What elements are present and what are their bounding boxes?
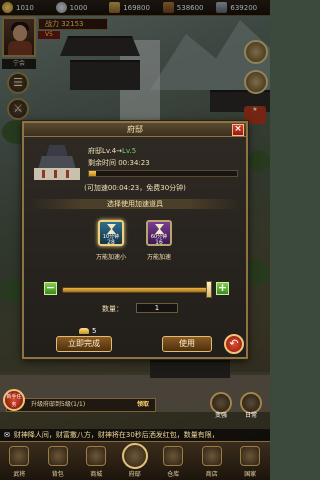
back-arrow-icon[interactable]: ↶ xyxy=(224,334,244,354)
pillar xyxy=(66,170,69,178)
nav-generals[interactable]: 武将 xyxy=(0,442,39,480)
finish-now-button[interactable]: 立即完成 xyxy=(56,336,112,352)
use-button[interactable]: 使用 xyxy=(162,336,212,352)
gold-cost: 5 xyxy=(79,327,96,335)
item-count: 28 xyxy=(107,239,115,246)
progress-fill xyxy=(89,171,97,176)
mansion-building-image xyxy=(32,142,82,182)
dialog-title: 府邸 xyxy=(24,123,246,137)
daily-label: 日常 xyxy=(244,412,257,419)
level-next: Lv.5 xyxy=(122,147,137,155)
quest-tracker[interactable]: 升级府邸到5级(1/1) 领取 xyxy=(6,398,156,412)
nav-warehouse[interactable]: 仓库 xyxy=(154,442,193,480)
country-flag-icon xyxy=(240,446,260,466)
roof-upper xyxy=(46,145,68,157)
quantity-field[interactable]: 1 xyxy=(136,303,178,313)
speaker-icon: ✉ xyxy=(4,431,10,439)
quantity-label: 数量： xyxy=(102,305,123,313)
nav-shop[interactable]: 商店 xyxy=(193,442,232,480)
speedup-item-small[interactable]: 10分钟 28 xyxy=(98,220,124,246)
nav-mall[interactable]: 商城 xyxy=(77,442,116,480)
pillar xyxy=(42,170,45,178)
pillar xyxy=(54,170,57,178)
minus-button[interactable]: − xyxy=(44,282,57,295)
item-label-small: 万能加速小 xyxy=(95,254,126,261)
quantity-slider[interactable] xyxy=(62,287,212,293)
broadcast-marquee: ✉ 财神降人间，财富撒八方，财神将在30秒后洒发红包，数量有限， xyxy=(0,429,270,441)
shop-icon xyxy=(201,446,222,466)
level-current: 府邸Lv.4→ xyxy=(88,147,123,155)
remaining-time: 剩余时间 00:34:23 xyxy=(88,159,150,167)
accelerate-note: (可加速00:04:23，免费30分钟) xyxy=(84,184,186,192)
upgrade-progress-bar xyxy=(88,170,238,177)
quest-text: 升级府邸到5级(1/1) xyxy=(31,401,86,408)
nav-country[interactable]: 国家 xyxy=(231,442,270,480)
speedup-dialog: 府邸 × 府邸Lv.4→Lv.5 剩余时间 00:34:23 (可加速00:04… xyxy=(22,121,248,359)
claim-quest-button[interactable]: 领取 xyxy=(137,399,149,411)
level-upgrade-text: 府邸Lv.4→Lv.5 xyxy=(88,146,136,156)
item-label-large: 万能加速 xyxy=(146,254,171,261)
gold-ingot-icon xyxy=(79,328,89,334)
warehouse-icon xyxy=(163,446,183,466)
select-item-header: 选择使用加速道具 xyxy=(30,199,240,209)
novice-task-badge[interactable]: 新手任务 xyxy=(3,389,25,411)
mall-icon xyxy=(86,446,106,466)
building-base xyxy=(34,168,80,180)
strengthen-label: 变强 xyxy=(214,412,227,419)
general-icon xyxy=(9,446,29,466)
mansion-icon xyxy=(121,443,148,469)
speedup-item-large[interactable]: 60分钟 16 xyxy=(146,220,172,246)
plus-button[interactable]: + xyxy=(216,282,229,295)
slider-handle[interactable] xyxy=(206,281,212,298)
bottom-nav: 武将 背包 商城 府邸 仓库 商店 国家 xyxy=(0,441,270,480)
close-button[interactable]: × xyxy=(232,124,244,136)
nav-bag[interactable]: 背包 xyxy=(39,442,78,480)
bag-icon xyxy=(47,446,68,466)
item-count: 16 xyxy=(155,239,163,246)
nav-mansion[interactable]: 府邸 xyxy=(116,442,155,480)
